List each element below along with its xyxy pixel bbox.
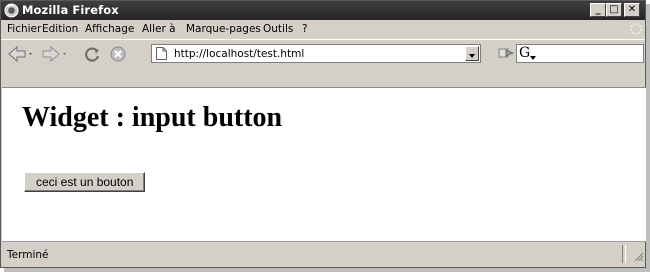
- status-divider: [622, 245, 626, 263]
- back-icon[interactable]: [7, 45, 35, 63]
- close-button[interactable]: ✕: [624, 3, 640, 17]
- title-bar[interactable]: Mozilla Firefox _ □ ✕: [1, 1, 645, 20]
- chevron-down-icon: [469, 54, 475, 58]
- menu-fichier[interactable]: Fichier: [7, 23, 41, 35]
- throbber-icon: [630, 23, 642, 35]
- window-shadow-right: [646, 4, 650, 272]
- navigation-toolbar: http://localhost/test.html G: [1, 39, 645, 68]
- browser-window: Mozilla Firefox _ □ ✕ Fichier Edition Af…: [0, 0, 646, 268]
- go-icon[interactable]: [498, 46, 514, 60]
- window-title: Mozilla Firefox: [22, 3, 119, 17]
- menu-aller[interactable]: Aller à: [142, 23, 176, 35]
- menu-edition[interactable]: Edition: [42, 23, 78, 35]
- maximize-button[interactable]: □: [606, 3, 622, 17]
- menu-outils[interactable]: Outils: [263, 23, 293, 35]
- search-engine-dropdown-icon: [530, 56, 536, 60]
- search-box[interactable]: G: [516, 44, 644, 63]
- menu-aide[interactable]: ?: [302, 23, 308, 35]
- search-engine-icon[interactable]: G: [519, 45, 530, 61]
- page-content: Widget : input button ceci est un bouton: [2, 87, 646, 241]
- window-shadow-bottom: [4, 268, 650, 272]
- menu-affichage[interactable]: Affichage: [85, 23, 134, 35]
- url-text: http://localhost/test.html: [174, 48, 305, 60]
- status-text: Terminé: [7, 249, 49, 261]
- forward-icon[interactable]: [41, 45, 69, 63]
- menu-bar: Fichier Edition Affichage Aller à Marque…: [1, 20, 645, 39]
- firefox-icon: [4, 3, 19, 18]
- status-bar: Terminé: [2, 241, 646, 267]
- stop-icon[interactable]: [109, 45, 127, 63]
- minimize-button[interactable]: _: [590, 3, 606, 17]
- page-heading: Widget : input button: [22, 102, 283, 133]
- reload-icon[interactable]: [83, 45, 101, 63]
- menu-marque-pages[interactable]: Marque-pages: [186, 23, 261, 35]
- demo-input-button[interactable]: ceci est un bouton: [24, 172, 146, 192]
- url-dropdown-button[interactable]: [465, 46, 479, 61]
- page-icon: [156, 47, 167, 60]
- url-bar[interactable]: http://localhost/test.html: [151, 44, 481, 63]
- resize-grip-icon[interactable]: [632, 250, 644, 262]
